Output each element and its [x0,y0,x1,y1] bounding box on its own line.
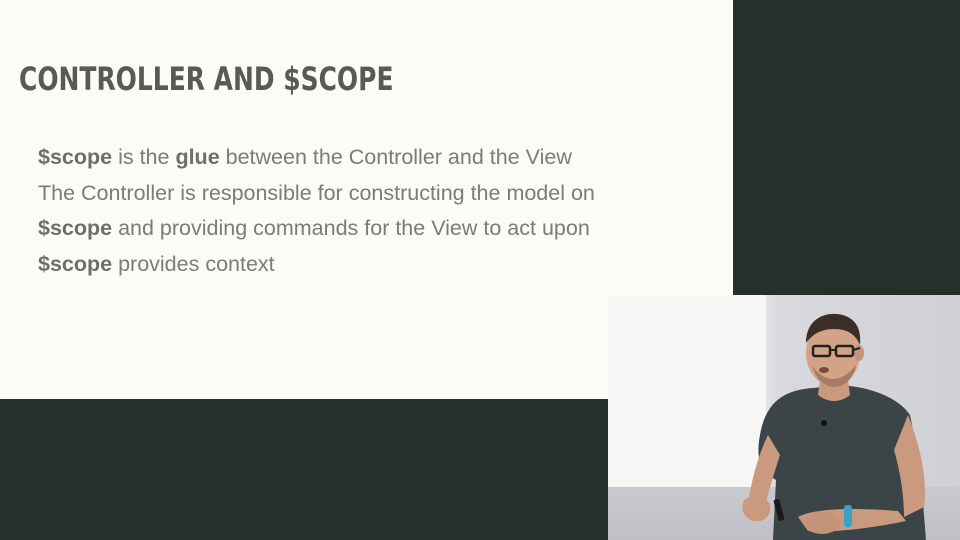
bullet-line-3: $scope and providing commands for the Vi… [38,211,718,247]
bullet-text: and providing commands for the View to a… [112,216,590,240]
presenter-video-icon [742,313,926,540]
keyword-glue: glue [175,145,220,169]
video-frame: CONTROLLER AND $SCOPE $scope is the glue… [0,0,960,540]
keyword-scope: $scope [38,216,113,240]
bullet-line-1: $scope is the glue between the Controlle… [38,140,718,176]
bullet-line-2: The Controller is responsible for constr… [38,180,595,205]
bullet-line-4: $scope provides context [38,247,718,283]
slide-body: $scope is the glue between the Controlle… [38,140,718,282]
bullet-text: is the [112,145,176,169]
bullet-text: between the Controller and the View [219,145,572,169]
slide-title: CONTROLLER AND $SCOPE [19,60,394,98]
keyword-scope: $scope [38,251,113,276]
dark-panel [0,399,608,540]
presenter-video [608,295,960,540]
bullet-text: provides context [112,251,275,276]
keyword-scope: $scope [38,145,113,169]
